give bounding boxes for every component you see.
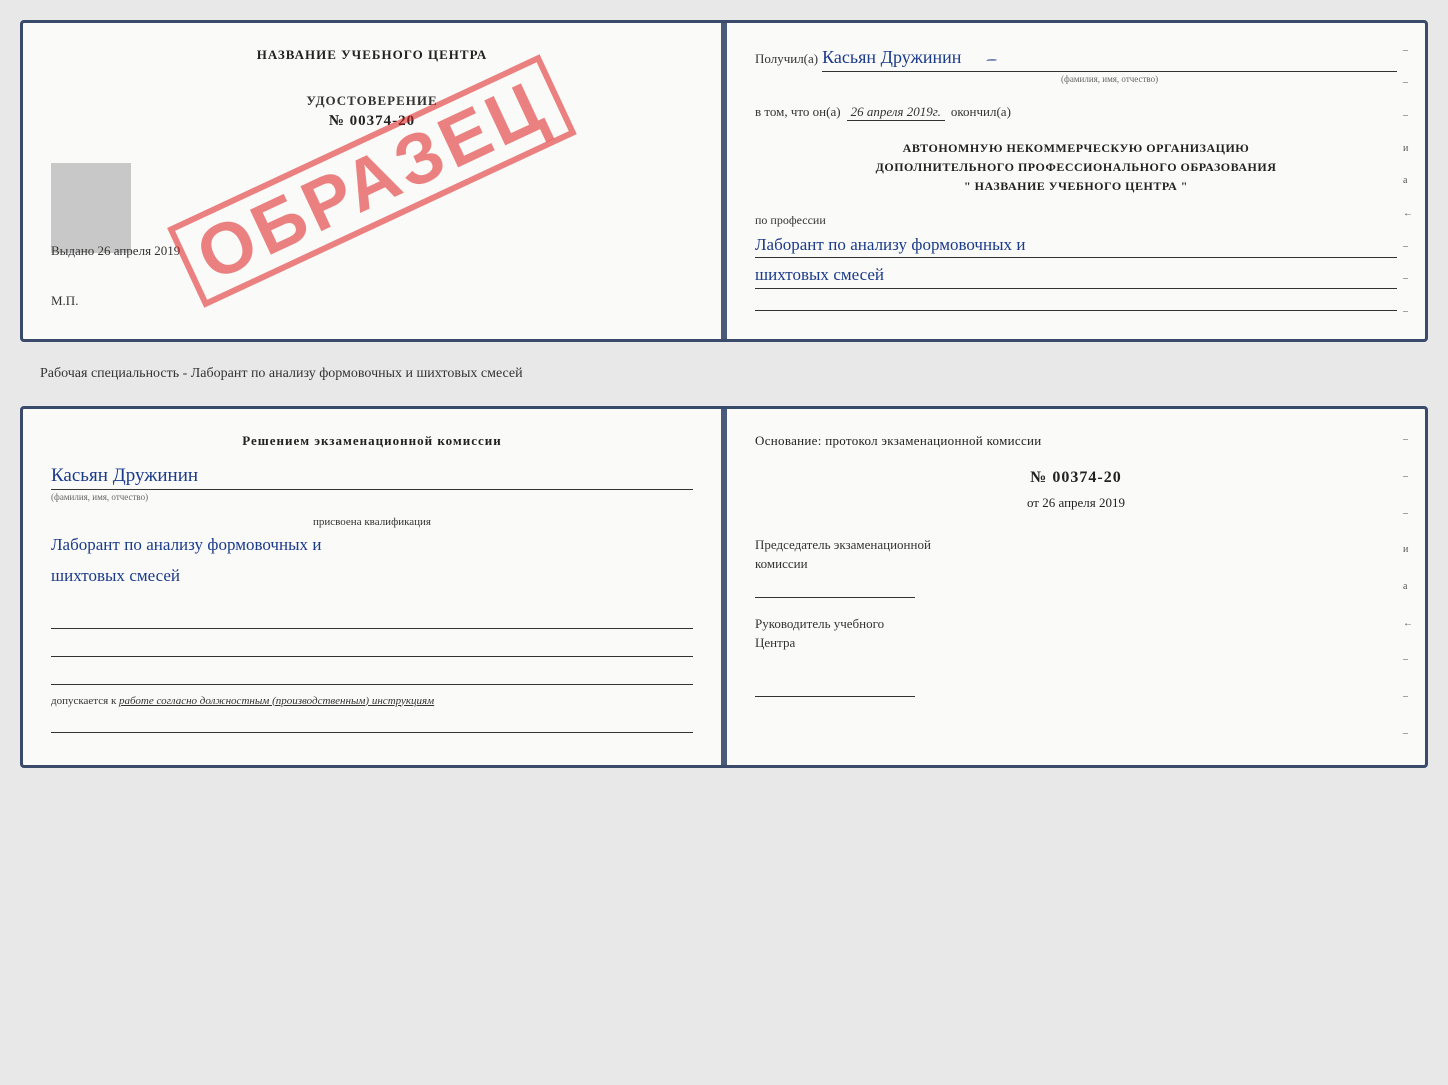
photo-placeholder (51, 163, 131, 253)
kasyan-name-bottom: Касьян Дружинин (51, 465, 693, 490)
hor-line-2 (51, 637, 693, 657)
professiya-underline (755, 293, 1397, 311)
predsedatel-block: Председатель экзаменационной комиссии (755, 535, 1397, 598)
protokol-number: № 00374-20 (755, 469, 1397, 487)
predsedatel-line1: Председатель экзаменационной (755, 535, 1397, 555)
bottom-cert-left-page: Решением экзаменационной комиссии Касьян… (23, 409, 727, 765)
hor-line-4 (51, 713, 693, 733)
vtom-date: 26 апреля 2019г. (847, 104, 945, 121)
dopusk-text: работе согласно должностным (производств… (119, 695, 434, 707)
udost-number: № 00374-20 (329, 113, 415, 130)
fio-sub-bottom: (фамилия, имя, отчество) (51, 492, 693, 502)
vydano-label: Выдано (51, 243, 94, 258)
vtom-prefix: в том, что он(а) (755, 104, 841, 120)
dopuskaetsya-prefix: допускается к (51, 695, 116, 707)
predsedatel-line2: комиссии (755, 554, 1397, 574)
hor-line-3 (51, 665, 693, 685)
professiya-line2: шихтовых смесей (755, 262, 1397, 289)
cert-title: НАЗВАНИЕ УЧЕБНОГО ЦЕНТРА (51, 47, 693, 63)
right-side-labels: – – – и а ← – – – (1403, 23, 1415, 339)
top-certificate-book: НАЗВАНИЕ УЧЕБНОГО ЦЕНТРА УДОСТОВЕРЕНИЕ №… (20, 20, 1428, 342)
kvali-line2: шихтовых смесей (51, 563, 693, 589)
ot-label: от (1027, 495, 1039, 510)
page-wrapper: НАЗВАНИЕ УЧЕБНОГО ЦЕНТРА УДОСТОВЕРЕНИЕ №… (20, 20, 1428, 768)
poluchil-name: Касьян Дружинин – (822, 47, 1397, 72)
avt-block: АВТОНОМНУЮ НЕКОММЕРЧЕСКУЮ ОРГАНИЗАЦИЮ ДО… (755, 139, 1397, 197)
protokol-ot: от 26 апреля 2019 (755, 495, 1397, 511)
bottom-certificate-book: Решением экзаменационной комиссии Касьян… (20, 406, 1428, 768)
hor-line-1 (51, 609, 693, 629)
prisvoena-label: присвоена квалификация (51, 516, 693, 528)
avt-line1: АВТОНОМНУЮ НЕКОММЕРЧЕСКУЮ ОРГАНИЗАЦИЮ (755, 139, 1397, 158)
okonchil-label: окончил(а) (951, 104, 1011, 120)
po-professii-label: по профессии (755, 213, 1397, 228)
professiya-line1: Лаборант по анализу формовочных и (755, 232, 1397, 259)
top-cert-right-page: Получил(a) Касьян Дружинин – (фамилия, и… (727, 23, 1425, 339)
rukovoditel-line1: Руководитель учебного (755, 614, 1397, 634)
vtom-line: в том, что он(а) 26 апреля 2019г. окончи… (755, 104, 1397, 121)
vydano-line: Выдано 26 апреля 2019 (51, 243, 180, 259)
resheniem-title: Решением экзаменационной комиссии (51, 433, 693, 449)
kvali-line1: Лаборант по анализу формовочных и (51, 532, 693, 558)
dopuskaetsya-text: допускается к работе согласно должностны… (51, 695, 693, 707)
poluchil-label: Получил(a) (755, 51, 818, 67)
fio-subtitle: (фамилия, имя, отчество) (822, 74, 1397, 84)
rukovoditel-line2: Центра (755, 633, 1397, 653)
mp-label: М.П. (51, 293, 78, 309)
bottom-right-side-labels: – – – и а ← – – – (1403, 409, 1415, 765)
bottom-cert-right-page: Основание: протокол экзаменационной коми… (727, 409, 1425, 765)
bottom-underlines (51, 609, 693, 685)
predsedatel-signature-line (755, 574, 915, 598)
avt-line2: ДОПОЛНИТЕЛЬНОГО ПРОФЕССИОНАЛЬНОГО ОБРАЗО… (755, 158, 1397, 177)
udostoverenie-block: УДОСТОВЕРЕНИЕ № 00374-20 (51, 93, 693, 130)
top-cert-left-page: НАЗВАНИЕ УЧЕБНОГО ЦЕНТРА УДОСТОВЕРЕНИЕ №… (23, 23, 727, 339)
rukovoditel-signature-line (755, 673, 915, 697)
poluchil-line: Получил(a) Касьян Дружинин – (фамилия, и… (755, 47, 1397, 84)
udost-label: УДОСТОВЕРЕНИЕ (306, 93, 437, 109)
separator-text: Рабочая специальность - Лаборант по анал… (20, 358, 1428, 390)
vydano-date: 26 апреля 2019 (98, 243, 181, 258)
avt-name: " НАЗВАНИЕ УЧЕБНОГО ЦЕНТРА " (755, 177, 1397, 196)
osnovanie-title: Основание: протокол экзаменационной коми… (755, 433, 1397, 449)
rukovoditel-block: Руководитель учебного Центра (755, 614, 1397, 697)
ot-date: 26 апреля 2019 (1042, 495, 1125, 510)
